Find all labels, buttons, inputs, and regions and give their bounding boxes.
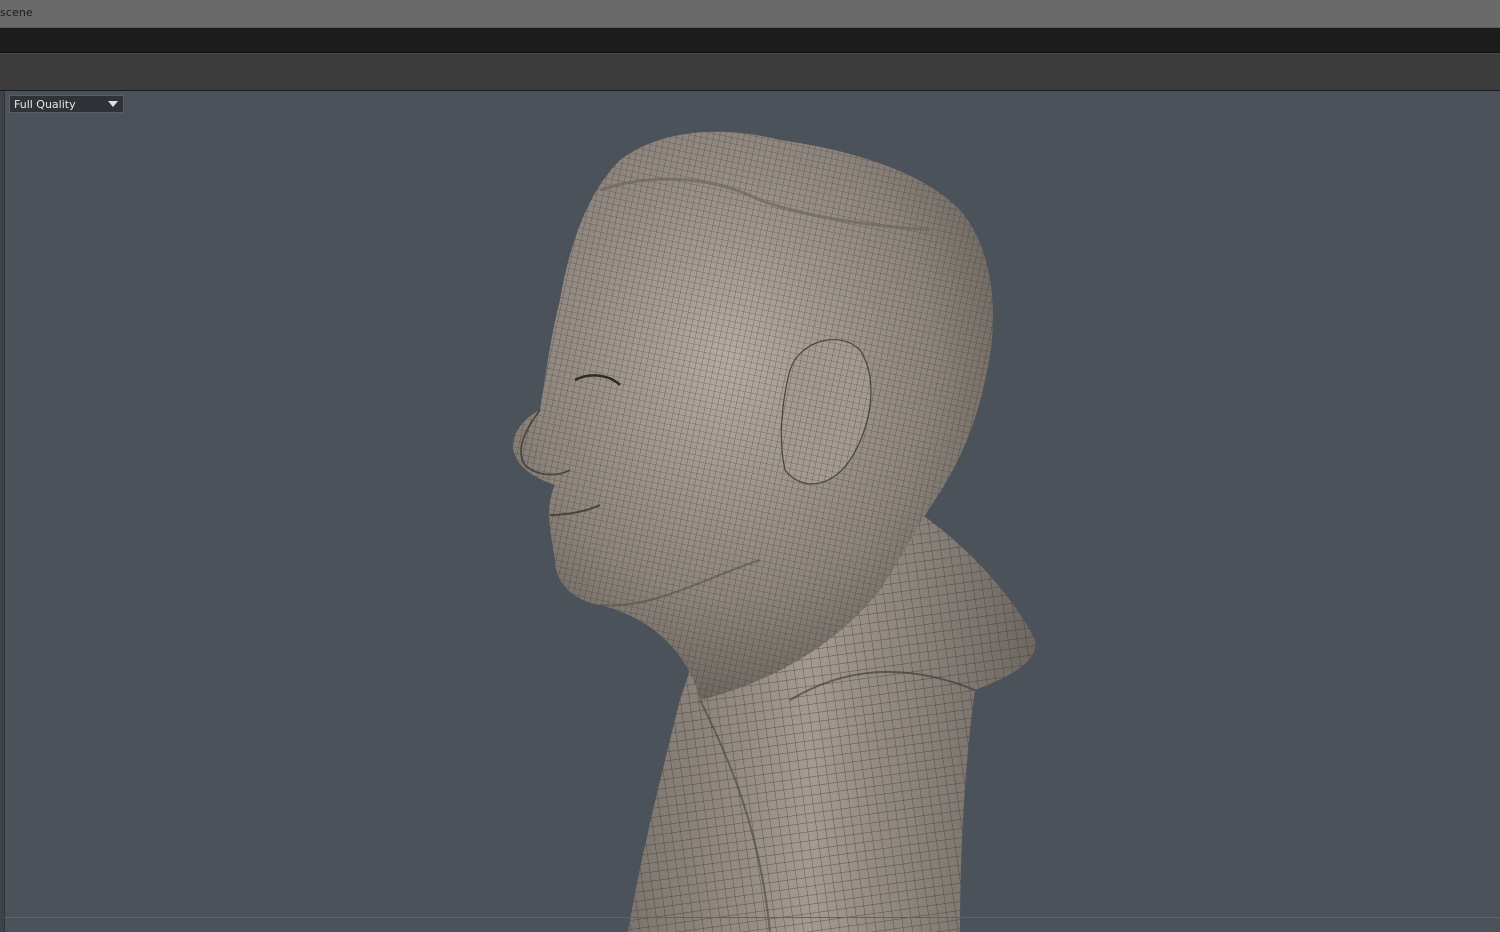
window-title: scene bbox=[0, 6, 33, 19]
quality-dropdown[interactable]: Full Quality bbox=[9, 95, 124, 113]
quality-dropdown-label: Full Quality bbox=[14, 98, 76, 111]
3d-viewport[interactable]: Full Quality bbox=[0, 91, 1500, 932]
chevron-down-icon bbox=[108, 101, 118, 107]
menu-bar[interactable] bbox=[0, 28, 1500, 53]
title-bar: scene bbox=[0, 0, 1500, 28]
head-bust-model[interactable] bbox=[0, 91, 1500, 932]
toolbar[interactable] bbox=[0, 53, 1500, 92]
viewport-ground-line bbox=[4, 917, 1500, 918]
